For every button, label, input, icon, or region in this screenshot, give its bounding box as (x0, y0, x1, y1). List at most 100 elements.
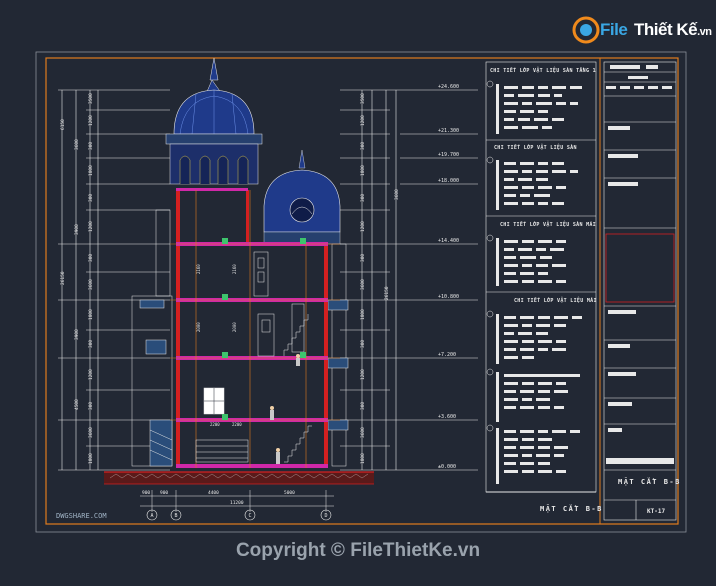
axis-label: A (150, 513, 153, 519)
interior-dim: 2000 (196, 322, 201, 332)
logo-text-file: File (600, 20, 628, 39)
secondary-dome (263, 149, 341, 245)
level-label: +3.600 (438, 414, 456, 420)
axis-label: D (324, 513, 327, 519)
logo-text-rest: Thiết Kế.vn (634, 20, 712, 40)
grid-axis-labels: A B C D (150, 513, 327, 519)
spire (205, 57, 223, 95)
level-label: +19.700 (438, 152, 459, 158)
right-dim: 300 (360, 340, 366, 348)
left-dim: 1200 (88, 369, 94, 380)
right-dim: 1200 (360, 115, 366, 126)
section-drawing: 6150 26150 3600 3900 3900 4500 3500 1200… (35, 51, 687, 533)
level-markers (400, 89, 478, 471)
scale-figures (270, 354, 300, 464)
left-dimension-labels: 6150 26150 3600 3900 3900 4500 3500 1200… (60, 93, 94, 464)
interior-dim: 2160 (196, 264, 201, 274)
bottom-dim: 900 (160, 490, 168, 496)
note-group-4 (486, 310, 582, 484)
stairs (283, 303, 312, 463)
right-dim: 1800 (360, 453, 366, 464)
level-label: +7.200 (438, 352, 456, 358)
right-dimension-labels: 3500 1200 300 1800 300 1200 300 3600 180… (360, 93, 400, 464)
left-dim: 1800 (88, 165, 94, 176)
level-label: +24.600 (438, 84, 459, 90)
note-group-2 (486, 156, 578, 210)
axis-label: C (248, 513, 251, 519)
title-block-text-bars (606, 65, 674, 464)
level-label: +18.000 (438, 178, 459, 184)
right-dim: 3500 (360, 93, 366, 104)
logo-mark-icon (572, 16, 600, 44)
right-dim: 300 (360, 142, 366, 150)
right-dim: 300 (360, 194, 366, 202)
note-group-1 (486, 80, 582, 134)
note-title-1: CHI TIẾT LỚP VẬT LIỆU SÀN TẦNG 1 (490, 68, 596, 74)
right-facade (327, 243, 349, 467)
logo-text-thietke: Thiết Kế (634, 20, 698, 39)
right-total: 3600 (394, 189, 400, 200)
bottom-dimension-labels: 900 900 4400 5000 11200 (142, 490, 295, 506)
right-dim: 1200 (360, 369, 366, 380)
interior-dim: 2000 (232, 322, 237, 332)
left-dim: 1200 (88, 221, 94, 232)
stamp-area (605, 233, 675, 303)
bottom-dim: 5000 (284, 490, 295, 496)
left-total-6: 4500 (74, 399, 80, 410)
left-dim: 300 (88, 142, 94, 150)
interior-dim: 2200 (232, 422, 242, 427)
note-title-3: CHI TIẾT LỚP VẬT LIỆU SÀN MÁI (500, 222, 596, 228)
logo-text-domain: .vn (697, 26, 712, 38)
left-total-4: 3900 (74, 224, 80, 235)
left-dim: 1200 (88, 115, 94, 126)
left-total-5: 3900 (74, 329, 80, 340)
left-dim: 300 (88, 194, 94, 202)
level-label: +14.400 (438, 238, 459, 244)
interior-dim: 2160 (232, 264, 237, 274)
filethietke-logo: File Thiết Kế.vn (572, 14, 712, 48)
left-dim: 300 (88, 402, 94, 410)
bottom-dim: 900 (142, 490, 150, 496)
right-dim: 3600 (360, 427, 366, 438)
level-label: +21.300 (438, 128, 459, 134)
note-title-4: CHI TIẾT LỚP VẬT LIỆU MÁI (514, 298, 597, 304)
left-total-2: 26150 (60, 271, 66, 285)
left-dim: 300 (88, 254, 94, 262)
right-total: 26150 (384, 286, 390, 300)
left-total-1: 6150 (60, 119, 66, 130)
level-labels: +24.600 +21.300 +19.700 +18.000 +14.400 … (438, 84, 459, 470)
note-group-3 (486, 234, 566, 286)
main-dome (165, 89, 263, 185)
left-total-3: 3600 (74, 139, 80, 150)
level-label: ±0.000 (438, 464, 456, 470)
drawing-sheet: 6150 26150 3600 3900 3900 4500 3500 1200… (0, 0, 716, 582)
right-dim: 1200 (360, 221, 366, 232)
right-dim: 300 (360, 254, 366, 262)
left-dim: 300 (88, 340, 94, 348)
left-dim: 3600 (88, 427, 94, 438)
copyright-text: Copyright © FileThietKe.vn (235, 540, 481, 561)
right-dim: 1800 (360, 309, 366, 320)
left-dim: 1800 (88, 453, 94, 464)
notes-panel (485, 61, 597, 493)
level-label: +10.800 (438, 294, 459, 300)
right-dimension-lines (361, 90, 397, 470)
titleblock-sheet-code: KT-17 (647, 508, 666, 515)
ground-line (104, 471, 374, 485)
bottom-dim: 4400 (208, 490, 219, 496)
right-dim: 300 (360, 402, 366, 410)
left-dim: 3500 (88, 93, 94, 104)
right-dim: 1800 (360, 165, 366, 176)
right-dim: 3600 (360, 279, 366, 290)
right-dimension-ticks (340, 89, 400, 471)
bottom-total: 11200 (230, 500, 244, 506)
note-title-2: CHI TIẾT LỚP VẬT LIỆU SÀN (494, 145, 577, 151)
section-title: MẶT CẮT B-B (540, 505, 603, 513)
left-facade (131, 209, 173, 467)
interior-dim: 2200 (210, 422, 220, 427)
titleblock-drawing-title: MẶT CẮT B-B (618, 478, 681, 486)
left-dim: 3600 (88, 279, 94, 290)
axis-label: B (174, 513, 177, 519)
title-block (603, 61, 677, 521)
site-watermark: DWGSHARE.COM (56, 512, 107, 520)
